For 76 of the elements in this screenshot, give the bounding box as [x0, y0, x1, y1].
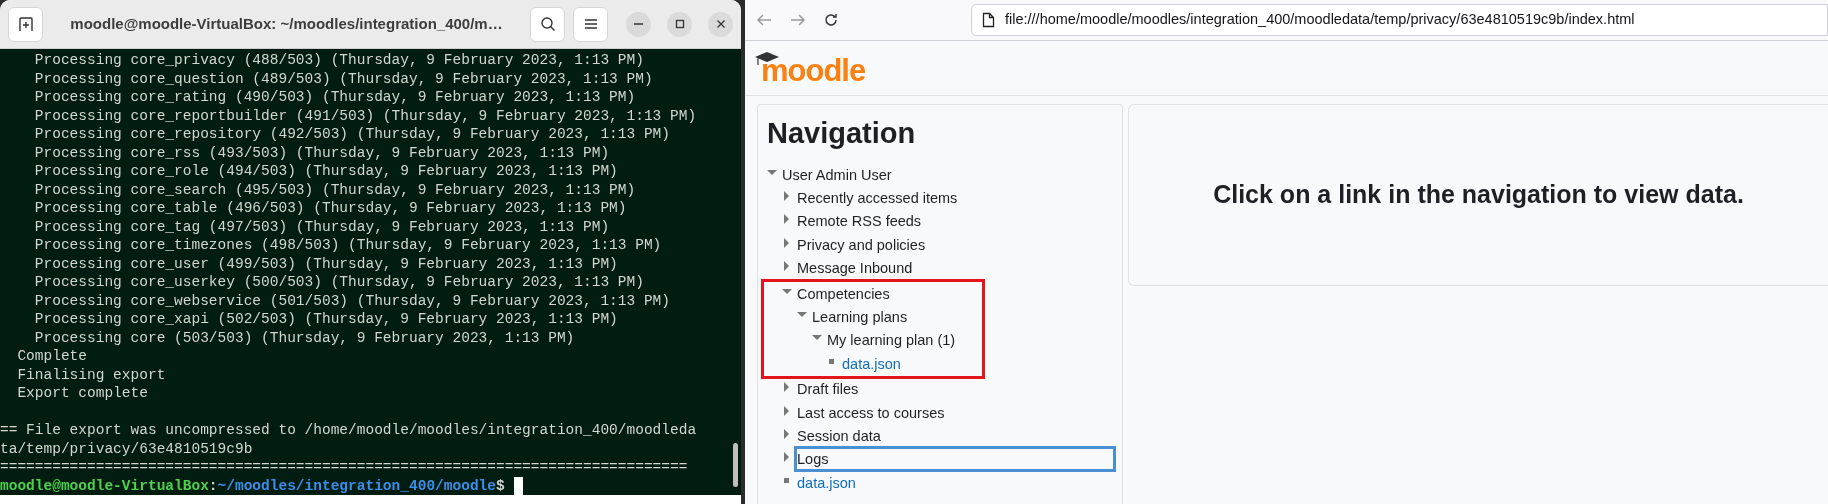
new-tab-icon — [17, 16, 34, 32]
terminal-line: Processing core_user (499/503) (Thursday, 9 February 2023, 1:13 PM) — [33, 254, 619, 273]
terminal-line: Processing core_table (496/503) (Thursday, 9 February 2023, 1:13 PM) — [33, 199, 628, 218]
new-tab-button[interactable] — [8, 6, 43, 42]
terminal-line: Processing core_userkey (500/503) (Thursday, 9 February 2023, 1:13 PM) — [33, 273, 645, 292]
tree-item[interactable]: Session data — [797, 426, 881, 446]
search-button[interactable] — [530, 6, 565, 42]
tree-item[interactable]: Learning plans — [812, 307, 908, 328]
tree-item[interactable]: Remote RSS feeds — [797, 211, 922, 232]
square-bullet-icon — [827, 356, 837, 367]
terminal-line: Finalising export — [16, 365, 167, 384]
back-icon[interactable] — [755, 11, 773, 28]
terminal-line: Processing core_timezones (498/503) (Thursday, 9 February 2023, 1:13 PM) — [33, 236, 663, 255]
maximize-button[interactable] — [667, 11, 692, 37]
prompt-path: ~/moodles/integration_400/moodle — [217, 476, 496, 495]
collapsed-triangle-icon[interactable] — [782, 237, 792, 248]
tree-item[interactable]: Recently accessed items — [797, 188, 958, 209]
expanded-triangle-icon[interactable] — [767, 167, 777, 178]
terminal-line: Export complete — [16, 384, 149, 403]
terminal-line: Processing core_webservice (501/503) (Thursday, 9 February 2023, 1:13 PM) — [33, 291, 671, 310]
terminal-line: =============================================================================== — [0, 458, 689, 477]
collapsed-triangle-icon[interactable] — [782, 191, 792, 202]
forward-icon[interactable] — [789, 11, 807, 28]
minimize-icon — [634, 23, 643, 25]
terminal-line: Processing core_xapi (502/503) (Thursday, 9 February 2023, 1:13 PM) — [33, 310, 619, 329]
text-cursor — [513, 476, 523, 495]
moodle-logo: moodle — [757, 47, 866, 95]
tree-item[interactable]: Privacy and policies — [797, 234, 926, 255]
tree-item[interactable]: Competencies — [797, 283, 890, 304]
window-title: moodle@moodle-VirtualBox: ~/moodles/integration_400/m… — [69, 13, 504, 34]
navigation-title: Navigation — [767, 116, 917, 151]
terminal-line: Processing core_rating (490/503) (Thursday, 9 February 2023, 1:13 PM) — [33, 88, 637, 107]
collapsed-triangle-icon[interactable] — [782, 452, 792, 463]
terminal-line: Processing core_rss (493/503) (Thursday, 9 February 2023, 1:13 PM) — [33, 143, 611, 162]
terminal-line: Processing core_repository (492/503) (Thursday, 9 February 2023, 1:13 PM) — [33, 125, 671, 144]
terminal-line: ta/temp/privacy/63e4810519c9b — [0, 439, 254, 458]
prompt-symbol: $ — [496, 476, 505, 495]
close-button[interactable] — [708, 11, 733, 37]
terminal-line: Processing core_question (489/503) (Thursday, 9 February 2023, 1:13 PM) — [33, 69, 654, 88]
square-bullet-icon — [782, 475, 792, 486]
url-text: file:///home/moodle/moodles/integration_400/moodledata/temp/privacy/63e4810519c9b/index.html — [1005, 9, 1635, 29]
file-link[interactable]: data.json — [842, 353, 901, 374]
terminal-line: Processing core_reportbuilder (491/503) (Thursday, 9 February 2023, 1:13 PM) — [33, 106, 698, 125]
terminal-line: == File export was uncompressed to /home/moodle/moodles/integration_400/moodleda — [0, 421, 698, 440]
tree-item[interactable]: User Admin User — [782, 164, 892, 185]
collapsed-triangle-icon[interactable] — [782, 382, 792, 393]
tree-item[interactable]: My learning plan (1) — [827, 330, 956, 351]
prompt-separator: : — [208, 476, 218, 495]
file-icon — [982, 11, 995, 28]
menu-button[interactable] — [573, 6, 608, 42]
terminal-line: Processing core (503/503) (Thursday, 9 February 2023, 1:13 PM) — [33, 328, 576, 347]
terminal-line: Processing core_role (494/503) (Thursday, 9 February 2023, 1:13 PM) — [33, 162, 619, 181]
search-icon — [539, 16, 556, 32]
terminal-line: Complete — [16, 347, 88, 366]
collapsed-triangle-icon[interactable] — [782, 214, 792, 225]
prompt-user-host: moodle@moodle-VirtualBox — [0, 476, 209, 495]
collapsed-triangle-icon[interactable] — [782, 261, 792, 272]
terminal-line: Processing core_privacy (488/503) (Thursday, 9 February 2023, 1:13 PM) — [33, 51, 645, 70]
tree-item[interactable]: Logs — [794, 446, 1116, 473]
menu-icon — [583, 18, 598, 30]
terminal-line: Processing core_tag (497/503) (Thursday, 9 February 2023, 1:13 PM) — [33, 217, 611, 236]
maximize-icon — [674, 19, 685, 29]
message-text: Click on a link in the navigation to view data. — [1213, 179, 1744, 211]
address-bar[interactable]: file:///home/moodle/moodles/integration_400/moodledata/temp/privacy/63e4810519c9b/index.html — [971, 3, 1828, 36]
minimize-button[interactable] — [626, 11, 651, 37]
tree-item[interactable]: Message Inbound — [797, 258, 913, 279]
collapsed-triangle-icon[interactable] — [782, 405, 792, 416]
terminal-line: Processing core_search (495/503) (Thursday, 9 February 2023, 1:13 PM) — [33, 180, 637, 199]
close-icon — [715, 19, 726, 29]
tree-item[interactable]: Last access to courses — [797, 402, 945, 423]
collapsed-triangle-icon[interactable] — [782, 429, 792, 439]
expanded-triangle-icon[interactable] — [782, 286, 792, 297]
tree-item[interactable]: Draft files — [797, 379, 859, 400]
scrollbar[interactable] — [733, 443, 738, 487]
file-link[interactable]: data.json — [797, 472, 856, 493]
reload-icon[interactable] — [823, 11, 839, 28]
